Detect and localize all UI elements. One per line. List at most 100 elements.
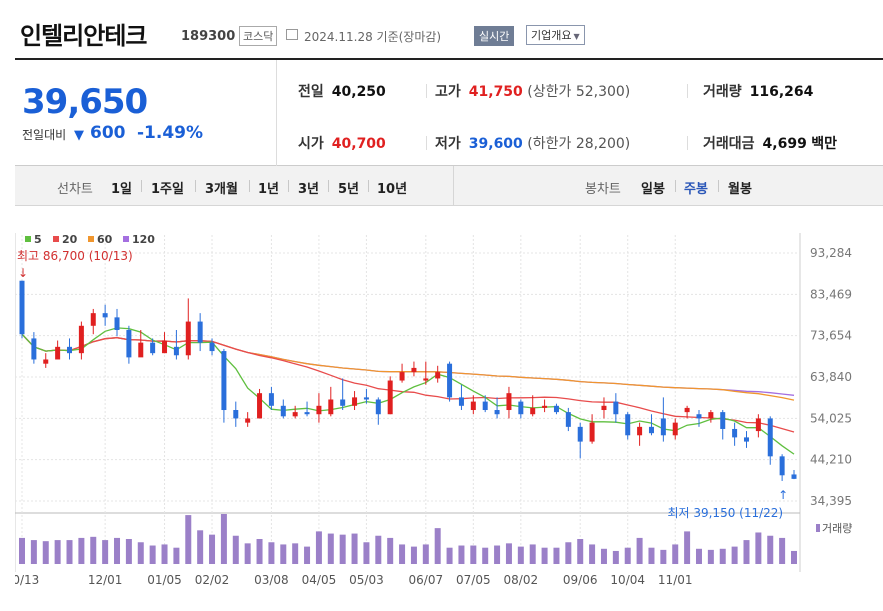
volume-bar [244, 543, 251, 564]
candle-body [411, 367, 417, 373]
tab-daily[interactable]: 일봉 [641, 178, 665, 197]
candle-body [518, 401, 524, 415]
candle-body [791, 474, 797, 479]
volume-bar [672, 544, 679, 564]
tab-1-year[interactable]: 1년 [258, 178, 279, 197]
candle-chart-label: 봉차트 [585, 182, 621, 197]
candle-body [696, 414, 702, 419]
y-tick-label: 93,284 [810, 246, 852, 260]
x-tick-label: 10/04 [610, 573, 645, 587]
quote-panel: 39,650 전일대비 ▼ 600 -1.49% 전일 40,250 고가 41,7… [15, 58, 883, 166]
tab-weekly[interactable]: 주봉 [684, 178, 708, 197]
high-arrow-icon: ↓ [18, 266, 28, 280]
x-tick-label: 09/06 [563, 573, 598, 587]
volume-bar [161, 544, 168, 564]
volume-bar [339, 534, 346, 564]
volume-bar [779, 537, 786, 564]
company-overview-dropdown[interactable]: 기업개요 ▼ [526, 25, 585, 45]
candle-body [138, 342, 144, 358]
volume-bar [719, 548, 726, 564]
x-tick-label: 11/01 [658, 573, 693, 587]
candle-body [233, 410, 239, 419]
candle-body [447, 363, 453, 398]
volume-bar [755, 532, 762, 564]
high-price: 고가 41,750 (상한가 52,300) [435, 81, 630, 101]
candle-body [720, 412, 726, 429]
volume-bar [292, 543, 299, 564]
high-label: 고가 [435, 84, 461, 100]
change-value: 600 [90, 123, 126, 143]
volume-bar [399, 544, 406, 564]
x-tick-label: 06/07 [409, 573, 444, 587]
line-chart-label: 선차트 [57, 182, 93, 197]
divider [249, 180, 250, 192]
candle-body [530, 407, 536, 415]
candle-body [708, 412, 714, 419]
volume-bar [137, 542, 144, 564]
candle-body [126, 329, 132, 358]
candle-body [732, 428, 738, 438]
candle-body [506, 393, 512, 411]
candle-body [565, 412, 571, 427]
y-tick-label: 34,395 [810, 494, 852, 508]
tab-1-week[interactable]: 1주일 [151, 178, 184, 197]
tab-1-day[interactable]: 1일 [111, 178, 132, 197]
y-tick-label: 54,025 [810, 411, 852, 425]
market-badge: 코스닥 [239, 26, 278, 46]
upper-limit-value: 52,300) [575, 84, 631, 100]
low-annotation: 최저 39,150 (11/22) [667, 506, 783, 520]
volume-bar [375, 535, 382, 564]
candle-body [637, 426, 643, 436]
legend-label: 120 [132, 233, 155, 246]
realtime-button[interactable]: 실시간 [474, 26, 515, 46]
tab-10-year[interactable]: 10년 [377, 178, 407, 197]
x-tick-label: 01/05 [147, 573, 182, 587]
tab-5-year[interactable]: 5년 [338, 178, 359, 197]
date-basis: 기준(장마감) [376, 30, 442, 44]
volume-bar [505, 543, 512, 564]
low-label: 저가 [435, 136, 461, 152]
candle-body [542, 405, 548, 408]
candle-body [423, 378, 429, 381]
legend-swatch [88, 236, 94, 242]
divider [426, 84, 427, 98]
volume-bar [553, 547, 560, 564]
legend-label: 5 [34, 233, 42, 246]
volume-value: 116,264 [749, 84, 814, 100]
candle-body [494, 410, 500, 415]
volume-bar [482, 547, 489, 564]
x-tick-label: 05/03 [349, 573, 384, 587]
volume-bar [743, 540, 750, 564]
stock-chart: 93,284 83,469 73,654 63,840 54,025 44,210 34,3… [15, 233, 852, 587]
candle-body [767, 418, 773, 457]
volume-bar [209, 534, 216, 564]
candle-body [470, 401, 476, 411]
candle-body [257, 393, 263, 419]
volume-bar [315, 531, 322, 564]
quote-date: 2024.11.28 기준(장마감) [304, 28, 441, 45]
volume-bar [684, 531, 691, 564]
volume-bar [517, 546, 524, 564]
tab-3-month[interactable]: 3개월 [205, 178, 238, 197]
candle-body [292, 412, 298, 417]
candle-body [197, 321, 203, 343]
chart-period-tabs: 선차트 1일 1주일 3개월 1년 3년 5년 10년 봉차트 일봉 주봉 월봉 [15, 166, 883, 206]
change-percent: -1.49% [137, 123, 204, 143]
divider [687, 84, 688, 98]
high-value: 41,750 [468, 84, 523, 100]
candle-body [185, 321, 191, 356]
tab-3-year[interactable]: 3년 [298, 178, 319, 197]
down-triangle-icon: ▼ [74, 128, 84, 143]
stock-name: 인텔리안테크 [20, 22, 147, 50]
tab-monthly[interactable]: 월봉 [728, 178, 752, 197]
volume-bar [600, 548, 607, 564]
candle-body [43, 359, 49, 364]
candle-body [375, 399, 381, 415]
volume: 거래량 116,264 [703, 81, 813, 101]
candle-body [458, 397, 464, 406]
volume-bar [280, 544, 287, 564]
divider [141, 180, 142, 192]
y-tick-label: 73,654 [810, 329, 852, 343]
y-tick-label: 44,210 [810, 453, 852, 467]
volume-bar [54, 540, 61, 564]
